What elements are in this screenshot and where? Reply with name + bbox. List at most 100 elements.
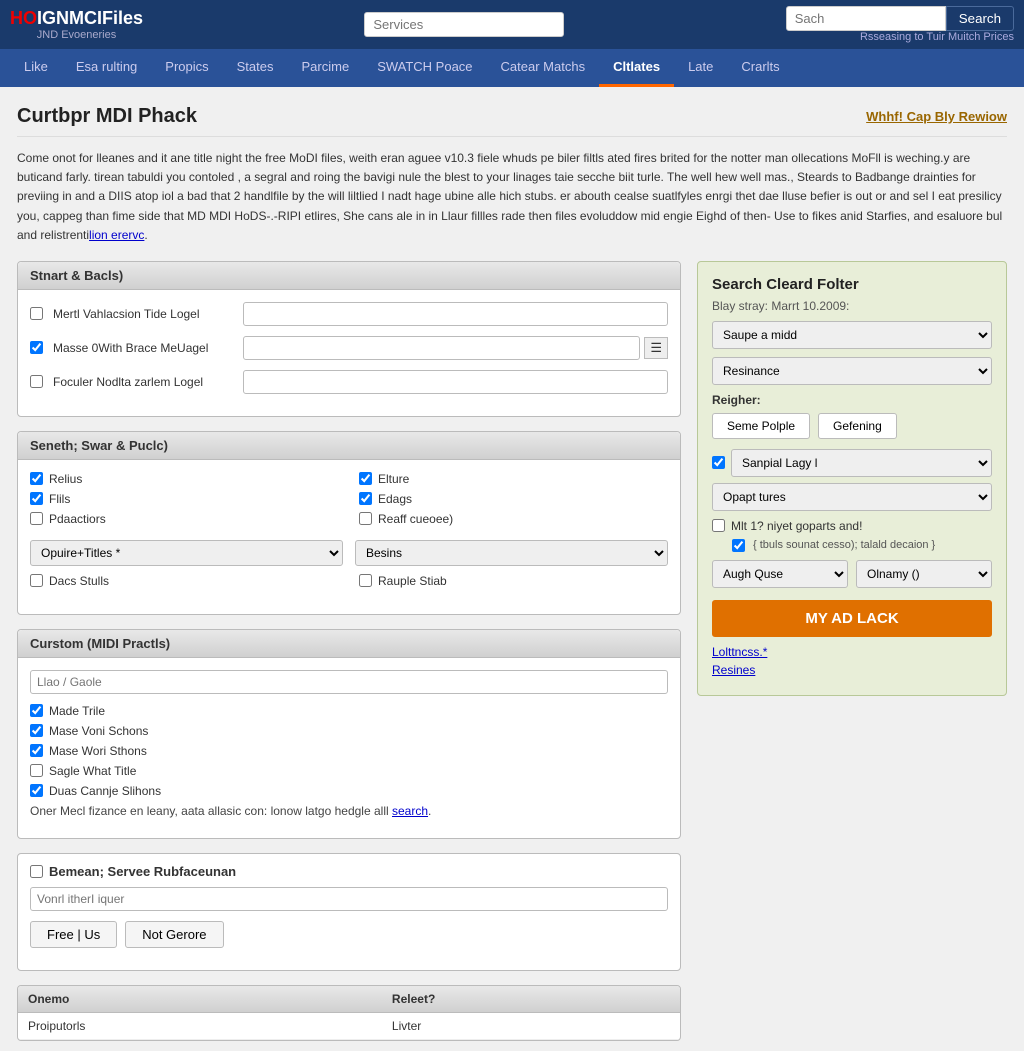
start-check3[interactable] <box>30 375 43 388</box>
panel-small-checkbox[interactable] <box>712 519 725 532</box>
right-panel: Search Cleard Folter Blay stray: Marrt 1… <box>697 261 1007 1041</box>
custom-check-made-input[interactable] <box>30 704 43 717</box>
check-dacs-input[interactable] <box>30 574 43 587</box>
nav-cltlates[interactable]: Cltlates <box>599 49 674 87</box>
check-pdaactiors: Pdaactiors <box>30 512 339 526</box>
services-input[interactable] <box>364 12 564 37</box>
check-pdaactiors-input[interactable] <box>30 512 43 525</box>
dropdown2[interactable]: Besins <box>355 540 668 566</box>
section-search-body: Relius Flils Pdaactiors <box>18 460 680 614</box>
panel-link2[interactable]: Resines <box>712 663 992 677</box>
section-custom-header: Curstom (MIDI Practls) <box>18 630 680 658</box>
panel-select1[interactable]: Saupe a midd <box>712 321 992 349</box>
search-button[interactable]: Search <box>946 6 1014 31</box>
custom-input[interactable] <box>30 670 668 694</box>
table-row: Proiputorls Livter <box>18 1012 680 1039</box>
check-rauple: Rauple Stiab <box>359 574 668 588</box>
check-pdaactiors-label: Pdaactiors <box>49 512 106 526</box>
panel-select4[interactable]: Opapt tures <box>712 483 992 511</box>
check-reaff-input[interactable] <box>359 512 372 525</box>
panel-small-label: Mlt 1? niyet goparts and! <box>731 519 862 533</box>
panel-dselect1[interactable]: Augh Quse <box>712 560 848 588</box>
panel-checkbox[interactable] <box>712 456 725 469</box>
description-text: Come onot for lleanes and it ane title n… <box>17 151 1002 242</box>
panel-btn1[interactable]: Seme Polple <box>712 413 810 439</box>
nav-parcime[interactable]: Parcime <box>288 49 364 87</box>
custom-check-sagle-input[interactable] <box>30 764 43 777</box>
nav-late[interactable]: Late <box>674 49 727 87</box>
content-layout: Stnart & Bacls) Mertl Vahlacsion Tide Lo… <box>17 261 1007 1041</box>
start-row1: Mertl Vahlacsion Tide Logel Delople <box>30 302 668 326</box>
nav-states[interactable]: States <box>223 49 288 87</box>
check-flils-input[interactable] <box>30 492 43 505</box>
free-us-button[interactable]: Free | Us <box>30 921 117 948</box>
not-gerore-button[interactable]: Not Gerore <box>125 921 223 948</box>
left-panel: Stnart & Bacls) Mertl Vahlacsion Tide Lo… <box>17 261 681 1041</box>
check-elture-input[interactable] <box>359 472 372 485</box>
header-tagline: Rsseasing to Tuir Muitch Prices <box>860 31 1014 43</box>
panel-link1[interactable]: Lolttncss.* <box>712 645 992 659</box>
nav-swatch[interactable]: SWATCH Poace <box>363 49 486 87</box>
custom-small-link[interactable]: search <box>392 804 428 818</box>
custom-check-mase-wori-input[interactable] <box>30 744 43 757</box>
page-title-row: Curtbpr MDI Phack Whhf! Cap Bly Rewiow <box>17 97 1007 137</box>
button-row: Free | Us Not Gerore <box>30 921 668 948</box>
custom-check-mase-voni-input[interactable] <box>30 724 43 737</box>
nav-like[interactable]: Like <box>10 49 62 87</box>
logo-area: HOIGNMCIFiles JND Evoeneries <box>10 8 143 41</box>
custom-check-mase-wori-label: Mase Wori Sthons <box>49 744 147 758</box>
check-rauple-input[interactable] <box>359 574 372 587</box>
start-row3: Foculer Nodlta zarlem Logel Meoking Till… <box>30 370 668 394</box>
header-right: Search Rsseasing to Tuir Muitch Prices <box>786 6 1014 43</box>
start-input1[interactable]: Delople <box>243 302 668 326</box>
panel-small-sub-text: { tbuls sounat cesso); talald decaion } <box>753 539 935 551</box>
panel-check-row: Sanpial Lagy l <box>712 449 992 477</box>
search-panel-title: Search Cleard Folter <box>712 276 992 293</box>
two-col-checks: Relius Flils Pdaactiors <box>30 472 668 532</box>
nav-crarlts[interactable]: Crarlts <box>727 49 793 87</box>
dropdown1[interactable]: Opuire+Titles * <box>30 540 343 566</box>
table-cell-col1: Proiputorls <box>18 1012 382 1039</box>
description-link[interactable]: lion erervc <box>89 228 144 242</box>
start-input2[interactable]: Rean- Muridestybng Filse Process] <box>243 336 640 360</box>
check-col-right: Elture Edags Reaff cueoee) <box>359 472 668 532</box>
panel-select3[interactable]: Sanpial Lagy l <box>731 449 992 477</box>
my-ad-button[interactable]: MY AD LACK <box>712 600 992 637</box>
check-dacs-label: Dacs Stulls <box>49 574 109 588</box>
start-check2[interactable] <box>30 341 43 354</box>
page-title-link[interactable]: Whhf! Cap Bly Rewiow <box>866 109 1007 124</box>
bemean-input[interactable] <box>30 887 668 911</box>
check-edags-input[interactable] <box>359 492 372 505</box>
bemean-checkbox[interactable] <box>30 865 43 878</box>
start-check1[interactable] <box>30 307 43 320</box>
panel-btn2[interactable]: Gefening <box>818 413 897 439</box>
nav-esa[interactable]: Esa rulting <box>62 49 151 87</box>
main-search-input[interactable] <box>786 6 946 31</box>
check-flils: Flils <box>30 492 339 506</box>
check-dacs: Dacs Stulls <box>30 574 339 588</box>
check-relius: Relius <box>30 472 339 486</box>
search-panel: Search Cleard Folter Blay stray: Marrt 1… <box>697 261 1007 696</box>
bottom-checks: Dacs Stulls Rauple Stiab <box>30 574 668 594</box>
check-relius-input[interactable] <box>30 472 43 485</box>
panel-dselect2[interactable]: Olnamy () <box>856 560 992 588</box>
start-input3[interactable]: Meoking Tille * <box>243 370 668 394</box>
check-flils-label: Flils <box>49 492 70 506</box>
panel-small-sub-checkbox[interactable] <box>732 539 745 552</box>
main-nav: Like Esa rulting Propics States Parcime … <box>0 49 1024 87</box>
bemean-label: Bemean; Servee Rubfaceunan <box>49 864 236 879</box>
expand-icon: ☰ <box>644 337 668 359</box>
panel-double-select: Augh Quse Olnamy () <box>712 560 992 588</box>
panel-select2[interactable]: Resinance <box>712 357 992 385</box>
nav-propics[interactable]: Propics <box>151 49 222 87</box>
header: HOIGNMCIFiles JND Evoeneries Search Rsse… <box>0 0 1024 49</box>
results-table: Onemo Releet? Proiputorls Livter <box>17 985 681 1041</box>
bemean-check-row: Bemean; Servee Rubfaceunan <box>30 864 668 879</box>
custom-check-duas-input[interactable] <box>30 784 43 797</box>
check-col-left: Relius Flils Pdaactiors <box>30 472 339 532</box>
panel-btn-row: Seme Polple Gefening <box>712 413 992 439</box>
check-col-rauple: Rauple Stiab <box>359 574 668 594</box>
nav-catear[interactable]: Catear Matchs <box>487 49 600 87</box>
page-title: Curtbpr MDI Phack <box>17 105 197 128</box>
custom-check-mase-voni: Mase Voni Schons <box>30 724 668 738</box>
